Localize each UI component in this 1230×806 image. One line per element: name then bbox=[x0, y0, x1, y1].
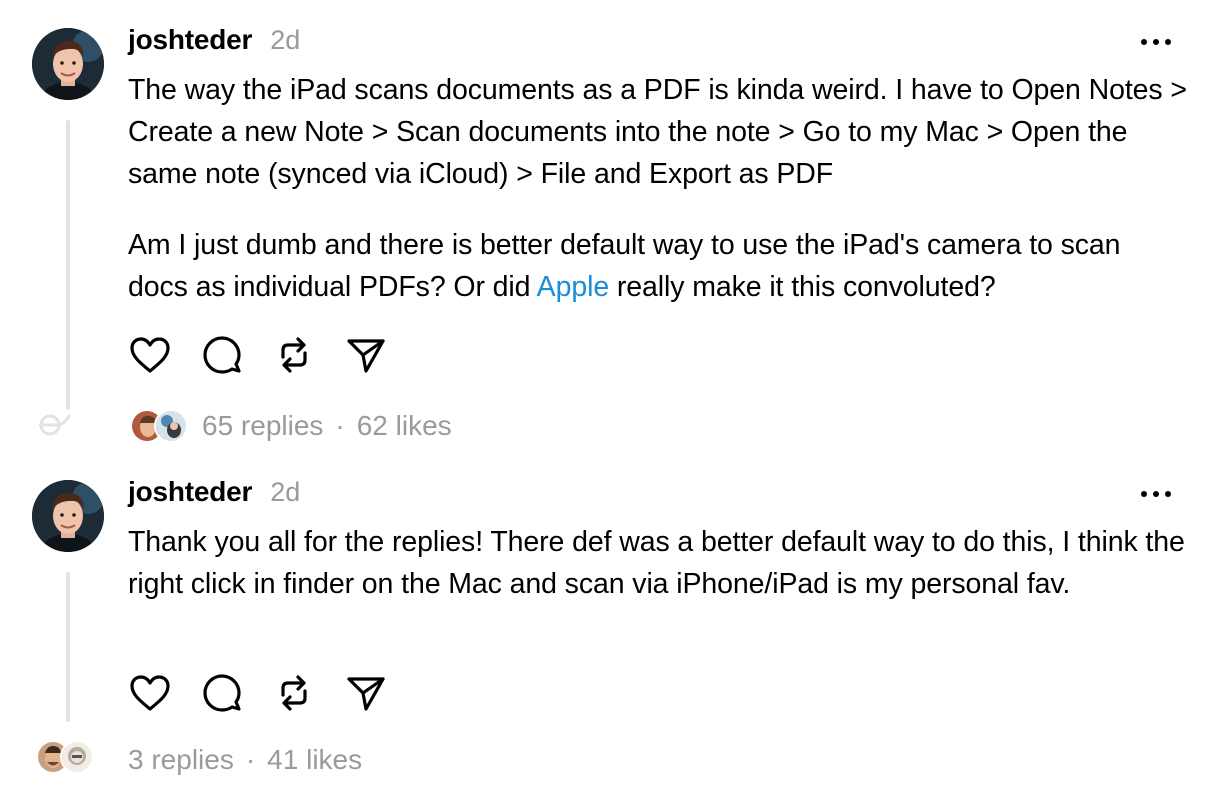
action-bar bbox=[128, 333, 416, 377]
post-body: The way the iPad scans documents as a PD… bbox=[128, 69, 1188, 308]
post-1: joshteder 2d The way the iPad scans docu… bbox=[0, 0, 1230, 460]
more-horizontal-icon[interactable] bbox=[1138, 32, 1174, 52]
avatar[interactable] bbox=[32, 480, 104, 552]
avatar bbox=[154, 409, 188, 443]
post-header: joshteder 2d bbox=[128, 476, 300, 510]
username[interactable]: joshteder bbox=[128, 24, 252, 56]
username[interactable]: joshteder bbox=[128, 476, 252, 508]
reply-count[interactable]: 65 replies bbox=[202, 410, 323, 442]
post-stats: 3 replies · 41 likes bbox=[128, 740, 362, 780]
post-stats: 65 replies · 62 likes bbox=[130, 406, 452, 446]
repost-button[interactable] bbox=[272, 671, 316, 715]
mention-link[interactable]: Apple bbox=[537, 271, 610, 303]
timestamp: 2d bbox=[270, 477, 301, 507]
separator: · bbox=[335, 410, 345, 441]
like-count[interactable]: 41 likes bbox=[267, 744, 362, 776]
post-paragraph: Thank you all for the replies! There def… bbox=[128, 526, 1185, 600]
replier-avatars bbox=[130, 409, 188, 443]
heart-icon bbox=[130, 337, 170, 373]
like-count[interactable]: 62 likes bbox=[357, 410, 452, 442]
action-bar bbox=[128, 671, 416, 715]
heart-icon bbox=[130, 675, 170, 711]
like-button[interactable] bbox=[128, 671, 172, 715]
share-button[interactable] bbox=[344, 671, 388, 715]
post-body: Thank you all for the replies! There def… bbox=[128, 521, 1188, 605]
timestamp: 2d bbox=[270, 25, 301, 55]
replier-avatars bbox=[36, 740, 94, 774]
avatar[interactable] bbox=[32, 28, 104, 100]
post-paragraph: Am I just dumb and there is better defau… bbox=[128, 229, 1121, 303]
send-icon bbox=[347, 339, 385, 373]
avatar bbox=[60, 740, 94, 774]
like-button[interactable] bbox=[128, 333, 172, 377]
comment-bubble-icon bbox=[203, 674, 241, 712]
separator: · bbox=[245, 744, 256, 775]
send-icon bbox=[347, 677, 385, 711]
post-header: joshteder 2d bbox=[128, 24, 300, 58]
comment-bubble-icon bbox=[203, 336, 241, 374]
reply-count[interactable]: 3 replies bbox=[128, 744, 234, 776]
repost-icon bbox=[281, 675, 307, 711]
thread-line bbox=[66, 572, 70, 722]
post-2: joshteder 2d Thank you all for the repli… bbox=[0, 460, 1230, 806]
repost-icon bbox=[281, 337, 307, 373]
thread-line bbox=[66, 120, 70, 410]
post-paragraph: The way the iPad scans documents as a PD… bbox=[128, 74, 1187, 190]
share-button[interactable] bbox=[344, 333, 388, 377]
more-horizontal-icon[interactable] bbox=[1138, 484, 1174, 504]
repost-button[interactable] bbox=[272, 333, 316, 377]
thread-loop-icon bbox=[38, 414, 71, 436]
reply-button[interactable] bbox=[200, 671, 244, 715]
reply-button[interactable] bbox=[200, 333, 244, 377]
